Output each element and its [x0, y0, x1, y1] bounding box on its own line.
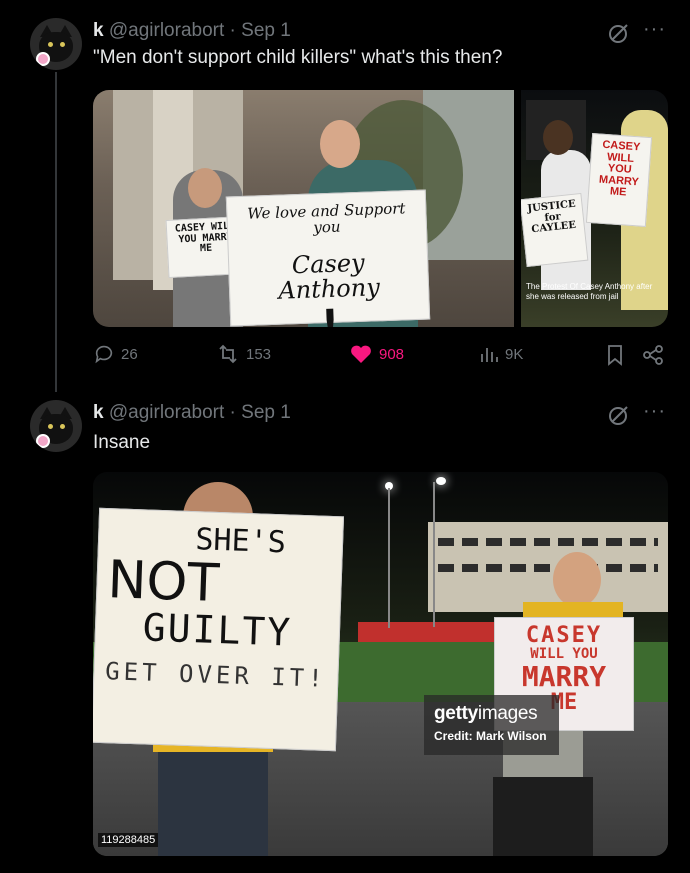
reply-count: 26 — [121, 345, 138, 363]
timestamp[interactable]: Sep 1 — [241, 20, 291, 41]
pacifier-icon — [36, 52, 50, 66]
repost-icon — [219, 344, 237, 364]
display-name[interactable]: k — [93, 402, 104, 423]
more-icon[interactable]: ··· — [643, 18, 666, 41]
tweet-text: Insane — [93, 432, 151, 453]
grok-icon[interactable] — [608, 404, 630, 426]
more-icon[interactable]: ··· — [643, 400, 666, 423]
display-name[interactable]: k — [93, 20, 104, 41]
separator: · — [229, 20, 236, 41]
getty-logo: gettyimages — [434, 703, 538, 724]
separator: · — [229, 402, 236, 423]
bookmark-icon[interactable] — [605, 344, 625, 366]
tweet-text: "Men don't support child killers" what's… — [93, 47, 503, 68]
tweet-header: k @agirlorabort · Sep 1 — [93, 402, 291, 424]
getty-watermark: gettyimages Credit: Mark Wilson — [424, 695, 559, 755]
timestamp[interactable]: Sep 1 — [241, 402, 291, 423]
photo-3[interactable]: SHE'S NOT GUILTY GET OVER IT! CASEY WILL… — [93, 472, 668, 856]
avatar[interactable] — [30, 400, 82, 452]
views-button[interactable]: 9K — [479, 343, 523, 365]
repost-count: 153 — [246, 345, 272, 363]
like-button[interactable]: 908 — [349, 343, 404, 365]
heart-icon — [351, 345, 371, 363]
photo-id: 119288485 — [98, 833, 159, 847]
repost-button[interactable]: 153 — [216, 343, 271, 365]
sign-marry: CASEY WILL YOU MARRY ME — [585, 133, 653, 227]
reply-icon — [95, 345, 113, 364]
photo-caption: The Protest Of Casey Anthony after she w… — [526, 282, 653, 301]
handle[interactable]: @agirlorabort — [109, 402, 224, 423]
reply-button[interactable]: 26 — [93, 343, 138, 365]
like-count: 908 — [379, 345, 405, 363]
share-icon[interactable] — [642, 344, 664, 366]
pacifier-icon — [36, 434, 50, 448]
handle[interactable]: @agirlorabort — [109, 20, 224, 41]
grok-icon[interactable] — [608, 22, 630, 44]
view-count: 9K — [505, 345, 524, 363]
thread-line — [55, 72, 57, 392]
avatar[interactable] — [30, 18, 82, 70]
sign-not-guilty: SHE'S NOT GUILTY GET OVER IT! — [93, 507, 345, 752]
photo-credit: Credit: Mark Wilson — [434, 729, 547, 743]
photo-1[interactable]: CASEY WILL YOU MARRY ME We love and Supp… — [93, 90, 514, 327]
sign-justice: JUSTICE for CAYLEE — [521, 192, 589, 268]
views-icon — [481, 348, 498, 362]
tweet-header: k @agirlorabort · Sep 1 — [93, 20, 291, 42]
sign-center: We love and Support you Casey Anthony ! — [225, 189, 431, 327]
